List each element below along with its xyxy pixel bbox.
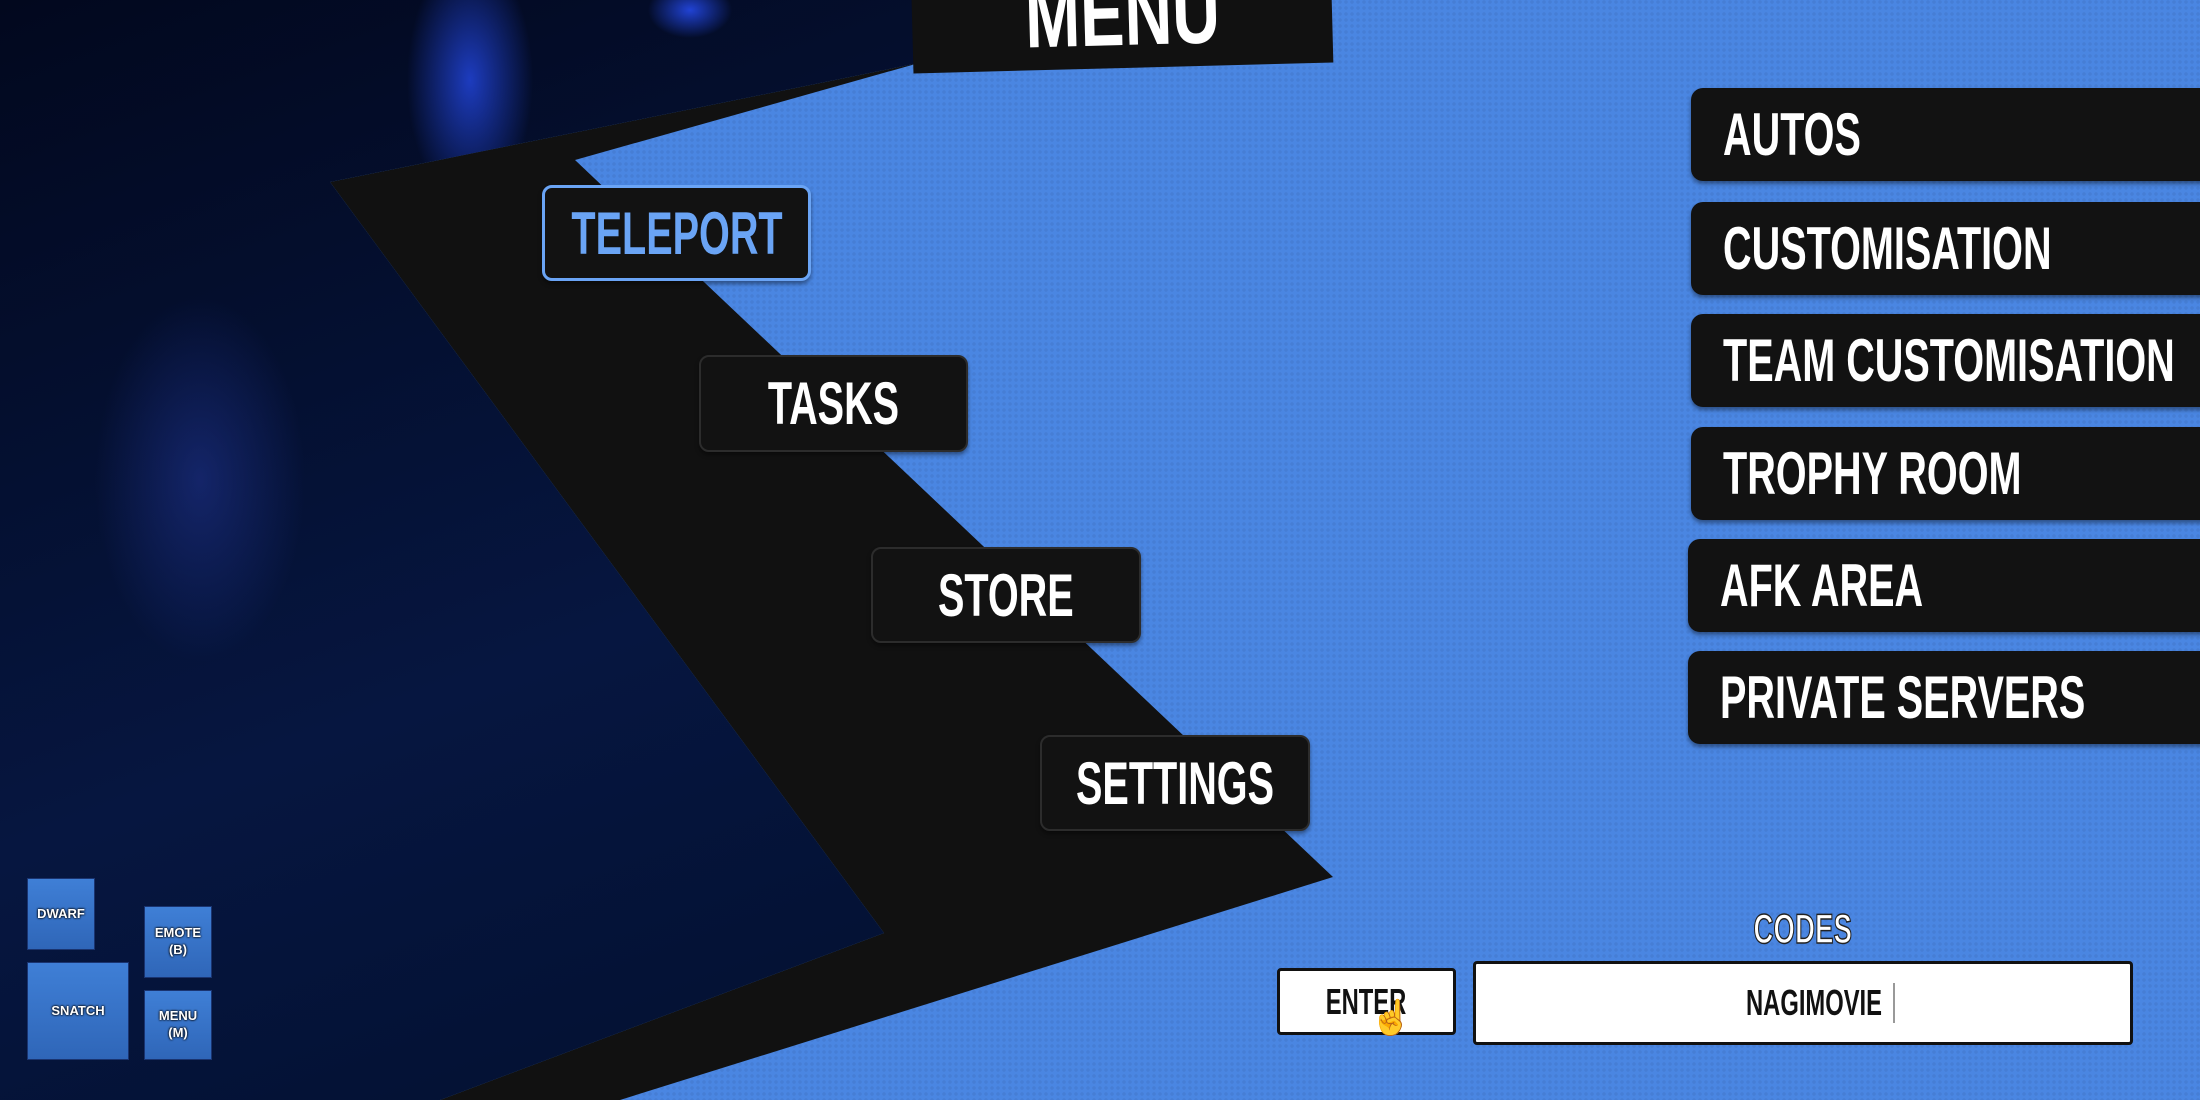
codes-label: CODES <box>1703 904 1903 953</box>
trophy-room-label: TROPHY ROOM <box>1723 440 2022 507</box>
settings-label: SETTINGS <box>1075 749 1275 817</box>
trophy-room-button[interactable]: TROPHY ROOM <box>1691 427 2200 520</box>
hand-pointer-icon: ☝ <box>1370 999 1413 1037</box>
teleport-label: TELEPORT <box>570 199 783 267</box>
team-customisation-button[interactable]: TEAM CUSTOMISATION <box>1691 314 2200 407</box>
afk-area-button[interactable]: AFK AREA <box>1688 539 2200 632</box>
snatch-label: SNATCH <box>51 1002 105 1018</box>
dwarf-label: DWARF <box>37 905 85 921</box>
tasks-label: TASKS <box>767 370 900 437</box>
tasks-button[interactable]: TASKS <box>699 355 968 452</box>
autos-label: AUTOS <box>1723 101 1861 168</box>
text-caret <box>1893 983 1895 1023</box>
private-servers-button[interactable]: PRIVATE SERVERS <box>1688 651 2200 744</box>
dwarf-button[interactable]: DWARF <box>27 878 95 950</box>
emote-button[interactable]: EMOTE (B) <box>144 906 212 978</box>
code-input-value: NAGIMOVIE <box>1746 982 1882 1023</box>
autos-button[interactable]: AUTOS <box>1691 88 2200 181</box>
emote-label: EMOTE <box>154 925 202 941</box>
teleport-button[interactable]: TELEPORT <box>542 185 811 281</box>
enter-code-button[interactable]: ENTER <box>1277 968 1456 1035</box>
team-customisation-label: TEAM CUSTOMISATION <box>1723 327 2175 394</box>
customisation-button[interactable]: CUSTOMISATION <box>1691 202 2200 295</box>
settings-button[interactable]: SETTINGS <box>1040 735 1310 831</box>
menu-toggle-label: MENU <box>158 1008 198 1024</box>
menu-title-text: MENU <box>1023 0 1221 68</box>
customisation-label: CUSTOMISATION <box>1723 215 2052 282</box>
menu-toggle-button[interactable]: MENU (M) <box>144 990 212 1060</box>
store-button[interactable]: STORE <box>871 547 1141 643</box>
emote-key: (B) <box>168 942 188 957</box>
snatch-button[interactable]: SNATCH <box>27 962 129 1060</box>
afk-area-label: AFK AREA <box>1720 552 1924 619</box>
menu-title: MENU <box>910 0 1334 74</box>
code-input[interactable]: NAGIMOVIE <box>1473 961 2133 1045</box>
menu-toggle-key: (M) <box>168 1025 188 1040</box>
store-label: STORE <box>938 561 1074 629</box>
private-servers-label: PRIVATE SERVERS <box>1720 664 2086 731</box>
codes-label-text: CODES <box>1753 904 1853 953</box>
